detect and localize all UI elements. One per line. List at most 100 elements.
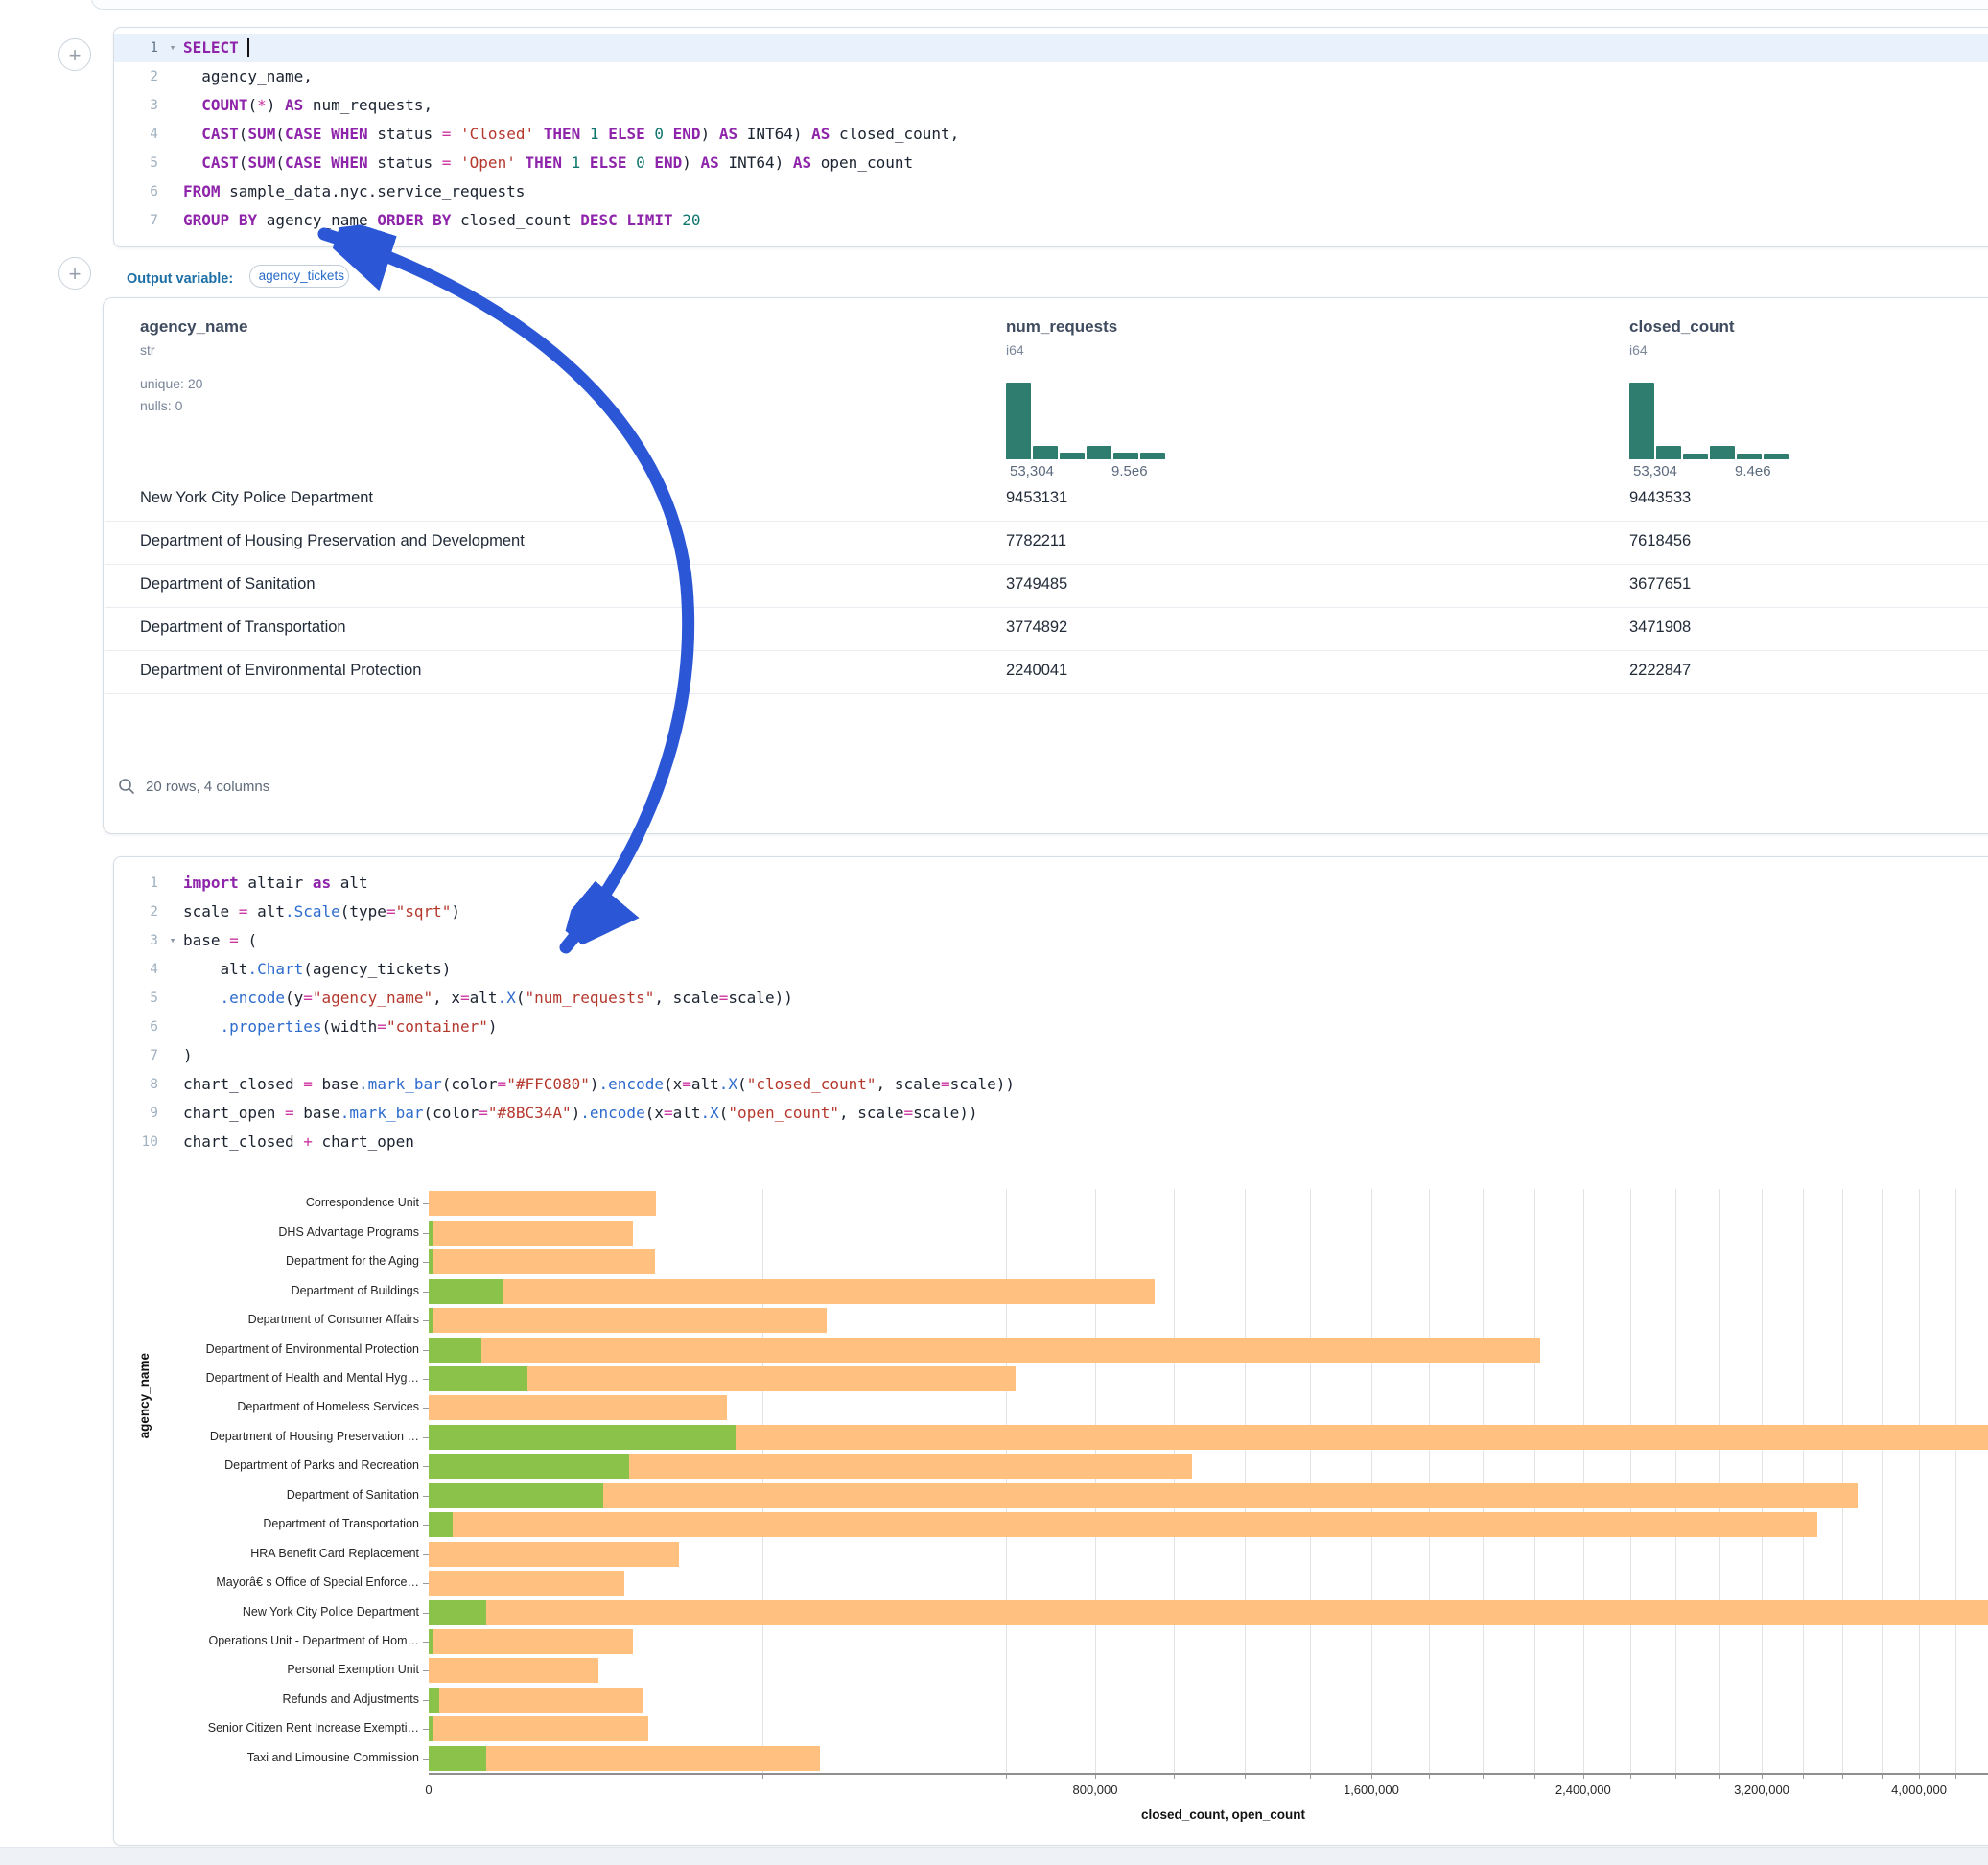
python-line-7[interactable]: 7 ): [114, 1041, 1988, 1070]
fold-spacer: [166, 1099, 179, 1128]
code-text: scale = alt.Scale(type="sqrt"): [179, 898, 460, 926]
results-table-card: agency_namestr unique: 20nulls: 0 num_requ…: [103, 297, 1988, 834]
table-cell[interactable]: 7782211: [1006, 532, 1066, 550]
code-text: FROM sample_data.nyc.service_requests: [179, 177, 525, 206]
line-number: 7: [114, 206, 166, 235]
row-separator: [105, 693, 1988, 694]
histogram-bar: [1140, 453, 1165, 459]
python-line-6[interactable]: 6 .properties(width="container"): [114, 1013, 1988, 1041]
line-number: 10: [114, 1128, 166, 1156]
python-line-5[interactable]: 5 .encode(y="agency_name", x=alt.X("num_…: [114, 984, 1988, 1013]
row-separator: [105, 521, 1988, 522]
column-header-num_requests[interactable]: num_requests: [1006, 317, 1117, 337]
fold-spacer: [166, 1041, 179, 1070]
histogram-bar: [1629, 383, 1654, 459]
line-number: 7: [114, 1041, 166, 1070]
python-code-editor[interactable]: 1 import altair as alt2 scale = alt.Scal…: [114, 869, 1988, 1156]
page-bottom-gutter: [0, 1847, 1988, 1865]
column-stat: nulls: 0: [140, 395, 182, 417]
table-cell[interactable]: 9443533: [1629, 489, 1691, 507]
sql-cell-card: 1▾SELECT 2 agency_name,3 COUNT(*) AS num…: [113, 27, 1988, 247]
line-number: 6: [114, 1013, 166, 1041]
line-number: 5: [114, 149, 166, 177]
code-text: .encode(y="agency_name", x=alt.X("num_re…: [179, 984, 793, 1013]
table-cell[interactable]: Department of Housing Preservation and D…: [140, 532, 525, 550]
table-cell[interactable]: 7618456: [1629, 532, 1691, 550]
search-icon[interactable]: [118, 778, 135, 795]
table-cell[interactable]: Department of Environmental Protection: [140, 662, 421, 680]
line-number: 3: [114, 926, 166, 955]
row-separator: [105, 650, 1988, 651]
code-text: alt.Chart(agency_tickets): [179, 955, 451, 984]
table-cell[interactable]: New York City Police Department: [140, 489, 373, 507]
histogram-bar: [1006, 383, 1031, 459]
text-caret: [247, 38, 249, 57]
fold-spacer: [166, 91, 179, 120]
sql-line-2[interactable]: 2 agency_name,: [114, 62, 1988, 91]
python-line-2[interactable]: 2 scale = alt.Scale(type="sqrt"): [114, 898, 1988, 926]
add-cell-button-top[interactable]: +: [58, 38, 91, 71]
code-text: chart_closed = base.mark_bar(color="#FFC…: [179, 1070, 1015, 1099]
table-cell[interactable]: Department of Transportation: [140, 618, 346, 637]
fold-spacer: [166, 955, 179, 984]
row-separator: [105, 607, 1988, 608]
fold-spacer: [166, 120, 179, 149]
table-cell[interactable]: 3749485: [1006, 575, 1067, 594]
fold-spacer: [166, 62, 179, 91]
sql-line-3[interactable]: 3 COUNT(*) AS num_requests,: [114, 91, 1988, 120]
table-cell[interactable]: 2240041: [1006, 662, 1067, 680]
fold-spacer: [166, 869, 179, 898]
table-cell[interactable]: 3677651: [1629, 575, 1691, 594]
table-cell[interactable]: Department of Sanitation: [140, 575, 316, 594]
line-number: 8: [114, 1070, 166, 1099]
line-number: 3: [114, 91, 166, 120]
histogram-bar: [1033, 446, 1058, 459]
python-line-3[interactable]: 3▾base = (: [114, 926, 1988, 955]
fold-arrow-icon[interactable]: ▾: [166, 34, 179, 62]
fold-arrow-icon[interactable]: ▾: [166, 926, 179, 955]
code-text: CAST(SUM(CASE WHEN status = 'Open' THEN …: [179, 149, 913, 177]
table-row-count: 20 rows, 4 columns: [146, 779, 269, 795]
python-line-1[interactable]: 1 import altair as alt: [114, 869, 1988, 898]
line-number: 2: [114, 898, 166, 926]
histogram-bar: [1683, 454, 1708, 459]
histogram-bar: [1656, 446, 1681, 459]
row-separator: [105, 564, 1988, 565]
column-histogram[interactable]: [1629, 383, 1792, 459]
fold-spacer: [166, 177, 179, 206]
column-dtype: str: [140, 342, 155, 358]
histogram-bar: [1737, 454, 1762, 459]
code-text: chart_open = base.mark_bar(color="#8BC34…: [179, 1099, 978, 1128]
column-stat: unique: 20: [140, 373, 202, 395]
sql-line-1[interactable]: 1▾SELECT: [114, 34, 1988, 62]
column-histogram[interactable]: [1006, 383, 1169, 459]
fold-spacer: [166, 149, 179, 177]
sql-line-5[interactable]: 5 CAST(SUM(CASE WHEN status = 'Open' THE…: [114, 149, 1988, 177]
output-variable-pill[interactable]: agency_tickets: [249, 265, 349, 288]
code-text: COUNT(*) AS num_requests,: [179, 91, 433, 120]
column-header-closed_count[interactable]: closed_count: [1629, 317, 1735, 337]
code-text: SELECT: [179, 34, 249, 62]
table-cell[interactable]: 2222847: [1629, 662, 1691, 680]
sql-code-editor[interactable]: 1▾SELECT 2 agency_name,3 COUNT(*) AS num…: [114, 34, 1988, 235]
python-line-8[interactable]: 8 chart_closed = base.mark_bar(color="#F…: [114, 1070, 1988, 1099]
sql-line-6[interactable]: 6 FROM sample_data.nyc.service_requests: [114, 177, 1988, 206]
line-number: 6: [114, 177, 166, 206]
code-text: chart_closed + chart_open: [179, 1128, 414, 1156]
fold-spacer: [166, 1070, 179, 1099]
add-cell-button-middle[interactable]: +: [58, 257, 91, 290]
sql-line-4[interactable]: 4 CAST(SUM(CASE WHEN status = 'Closed' T…: [114, 120, 1988, 149]
previous-cell-edge: [91, 0, 1988, 10]
python-line-4[interactable]: 4 alt.Chart(agency_tickets): [114, 955, 1988, 984]
python-line-9[interactable]: 9 chart_open = base.mark_bar(color="#8BC…: [114, 1099, 1988, 1128]
sql-line-7[interactable]: 7 GROUP BY agency_name ORDER BY closed_c…: [114, 206, 1988, 235]
column-dtype: i64: [1006, 342, 1024, 358]
code-text: ): [179, 1041, 193, 1070]
python-line-10[interactable]: 10 chart_closed + chart_open: [114, 1128, 1988, 1156]
table-cell[interactable]: 3774892: [1006, 618, 1067, 637]
table-cell[interactable]: 3471908: [1629, 618, 1691, 637]
line-number: 4: [114, 955, 166, 984]
column-header-agency_name[interactable]: agency_name: [140, 317, 247, 337]
line-number: 5: [114, 984, 166, 1013]
table-cell[interactable]: 9453131: [1006, 489, 1067, 507]
